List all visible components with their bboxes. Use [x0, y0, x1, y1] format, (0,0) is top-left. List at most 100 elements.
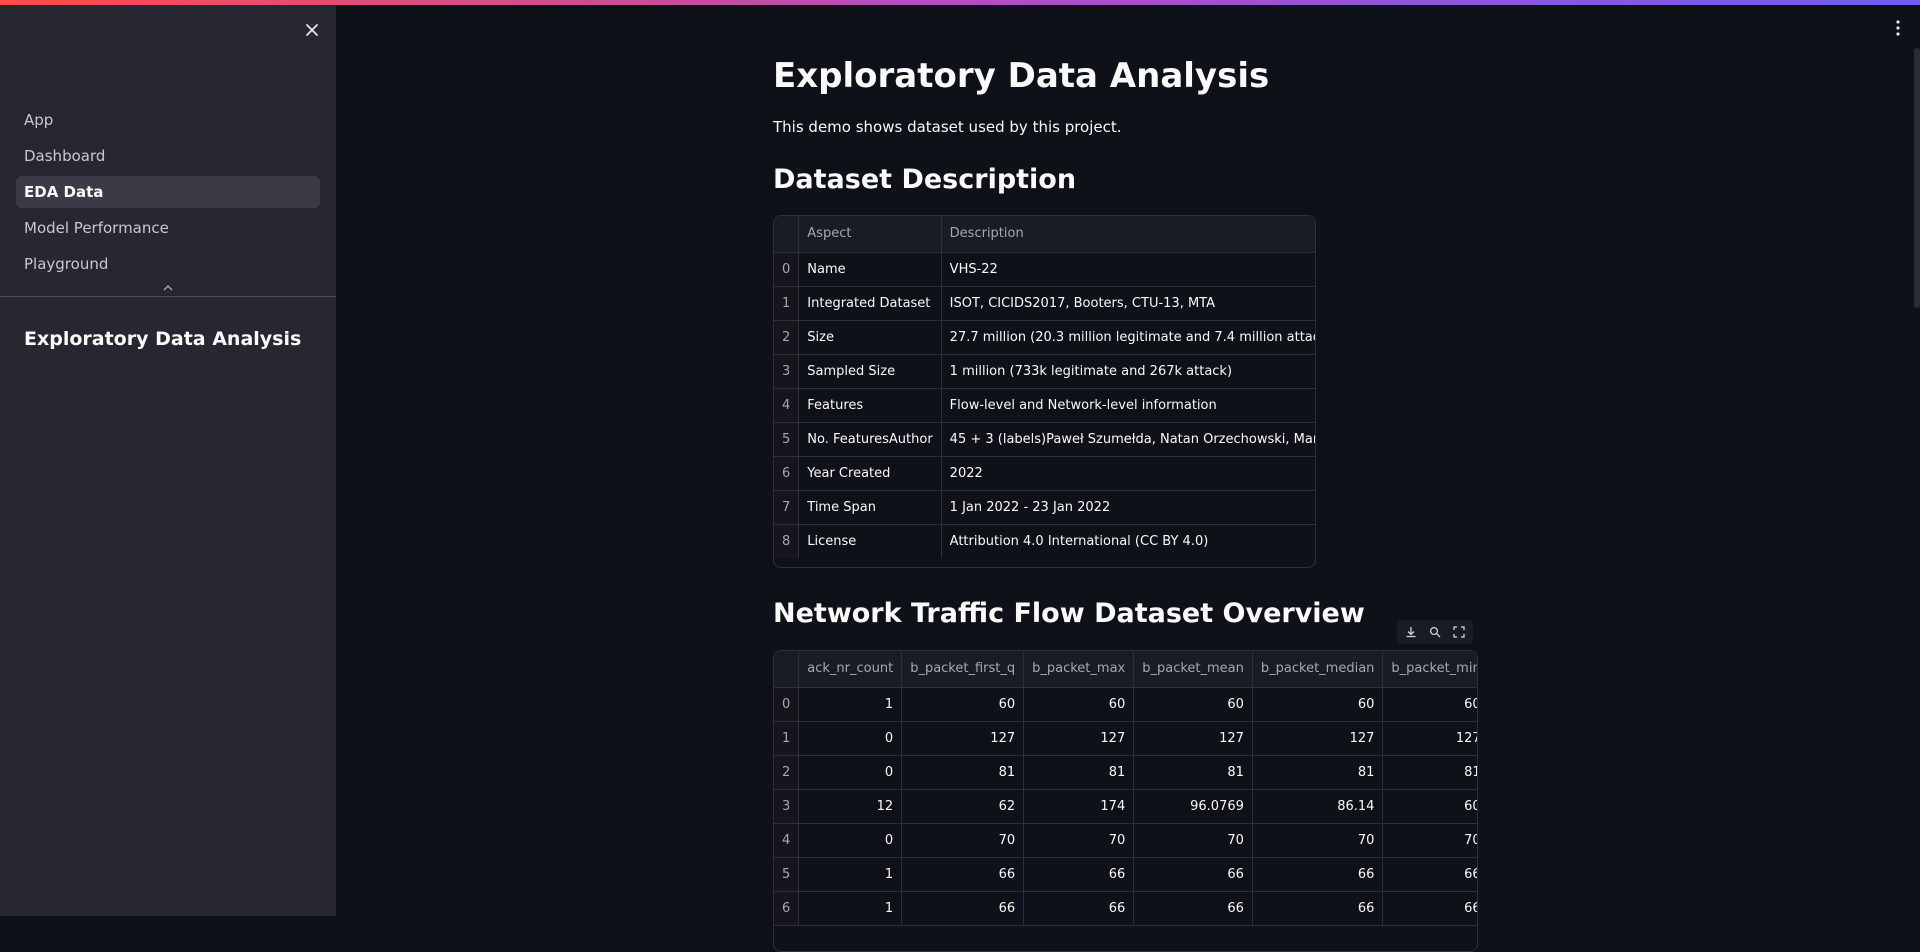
table-cell[interactable]: 60: [1382, 789, 1477, 824]
table-cell[interactable]: 96.0769: [1133, 789, 1253, 824]
table-row: 3 Sampled Size 1 million (733k legitimate …: [774, 354, 1315, 389]
table-row: 616666666666: [774, 891, 1477, 926]
aspect-cell[interactable]: Sampled Size: [798, 354, 942, 389]
close-icon: [306, 24, 318, 36]
table-cell[interactable]: 66: [1252, 857, 1384, 892]
table-cell[interactable]: 1: [798, 687, 903, 722]
table-cell[interactable]: 60: [1023, 687, 1135, 722]
table-cell[interactable]: 66: [1252, 891, 1384, 926]
table-cell[interactable]: 70: [1023, 823, 1135, 858]
table-row: 3126217496.076986.1460: [774, 789, 1477, 824]
description-cell[interactable]: 2022: [941, 456, 1315, 491]
table-header-row: Aspect Description: [774, 216, 1315, 253]
aspect-cell[interactable]: Integrated Dataset: [798, 286, 942, 321]
table-cell[interactable]: 60: [1252, 687, 1384, 722]
table-cell[interactable]: 127: [901, 721, 1025, 756]
aspect-cell[interactable]: No. FeaturesAuthor: [798, 422, 942, 457]
main-menu-button[interactable]: [1886, 16, 1910, 40]
table-cell[interactable]: 81: [1023, 755, 1135, 790]
table-cell[interactable]: 81: [1252, 755, 1384, 790]
table-cell[interactable]: 66: [1133, 857, 1253, 892]
table-cell[interactable]: 66: [1023, 891, 1135, 926]
scrollbar[interactable]: [1914, 48, 1920, 308]
page-title: Exploratory Data Analysis: [773, 56, 1270, 96]
column-header[interactable]: ack_nr_count: [798, 651, 903, 688]
sidebar: App Dashboard EDA Data Model Performance…: [0, 0, 336, 916]
table-cell[interactable]: 0: [798, 721, 903, 756]
table-cell[interactable]: 70: [901, 823, 1025, 858]
description-cell[interactable]: 1 Jan 2022 - 23 Jan 2022: [941, 490, 1315, 525]
column-header-aspect[interactable]: Aspect: [798, 216, 942, 253]
aspect-cell[interactable]: Year Created: [798, 456, 942, 491]
fullscreen-button[interactable]: [1449, 622, 1469, 642]
table-cell[interactable]: 66: [1133, 891, 1253, 926]
table-cell[interactable]: 60: [1382, 687, 1477, 722]
close-sidebar-button[interactable]: [300, 18, 324, 42]
sidebar-item-model-performance[interactable]: Model Performance: [16, 212, 320, 244]
description-cell[interactable]: VHS-22: [941, 252, 1315, 287]
table-cell[interactable]: 127: [1133, 721, 1253, 756]
row-index: 0: [774, 252, 800, 287]
sidebar-divider: [0, 296, 336, 297]
table-cell[interactable]: 12: [798, 789, 903, 824]
table-cell[interactable]: 0: [798, 823, 903, 858]
table-cell[interactable]: 70: [1382, 823, 1477, 858]
download-button[interactable]: [1401, 622, 1421, 642]
table-cell[interactable]: 127: [1023, 721, 1135, 756]
table-cell[interactable]: 0: [798, 755, 903, 790]
download-icon: [1406, 627, 1416, 638]
flow-overview-table[interactable]: ack_nr_count b_packet_first_q b_packet_m…: [773, 650, 1478, 952]
row-index: 3: [774, 354, 800, 389]
table-cell[interactable]: 86.14: [1252, 789, 1384, 824]
table-cell[interactable]: 66: [1382, 857, 1477, 892]
description-cell[interactable]: ISOT, CICIDS2017, Booters, CTU-13, MTA: [941, 286, 1315, 321]
search-button[interactable]: [1425, 622, 1445, 642]
column-header-description[interactable]: Description: [941, 216, 1315, 253]
row-index: 6: [774, 456, 800, 491]
aspect-cell[interactable]: License: [798, 524, 942, 558]
collapse-nav-button[interactable]: [160, 282, 176, 294]
description-cell[interactable]: 1 million (733k legitimate and 267k atta…: [941, 354, 1315, 389]
description-cell[interactable]: Flow-level and Network-level information: [941, 388, 1315, 423]
table-cell[interactable]: 127: [1252, 721, 1384, 756]
column-header[interactable]: b_packet_max: [1023, 651, 1135, 688]
aspect-cell[interactable]: Name: [798, 252, 942, 287]
table-cell[interactable]: 174: [1023, 789, 1135, 824]
column-header[interactable]: b_packet_median: [1252, 651, 1384, 688]
row-index: 4: [774, 388, 800, 423]
column-header[interactable]: b_packet_first_q: [901, 651, 1025, 688]
table-cell[interactable]: 66: [1023, 857, 1135, 892]
table-cell[interactable]: 66: [1382, 891, 1477, 926]
table-row: 7 Time Span 1 Jan 2022 - 23 Jan 2022: [774, 490, 1315, 525]
table-cell[interactable]: 70: [1133, 823, 1253, 858]
sidebar-nav: App Dashboard EDA Data Model Performance…: [16, 104, 320, 284]
description-cell[interactable]: Attribution 4.0 International (CC BY 4.0…: [941, 524, 1315, 558]
table-cell[interactable]: 81: [901, 755, 1025, 790]
column-header[interactable]: b_packet_min: [1382, 651, 1477, 688]
table-cell[interactable]: 60: [1133, 687, 1253, 722]
description-cell[interactable]: 45 + 3 (labels)Paweł Szumełda, Natan Orz…: [941, 422, 1315, 457]
table-row: 5 No. FeaturesAuthor 45 + 3 (labels)Paweł …: [774, 422, 1315, 457]
description-cell[interactable]: 27.7 million (20.3 million legitimate an…: [941, 320, 1315, 355]
sidebar-item-playground[interactable]: Playground: [16, 248, 320, 280]
table-cell[interactable]: 81: [1133, 755, 1253, 790]
table-cell[interactable]: 127: [1382, 721, 1477, 756]
aspect-cell[interactable]: Features: [798, 388, 942, 423]
sidebar-item-eda-data[interactable]: EDA Data: [16, 176, 320, 208]
column-header[interactable]: b_packet_mean: [1133, 651, 1253, 688]
row-index: 4: [774, 823, 800, 858]
table-cell[interactable]: 66: [901, 891, 1025, 926]
table-cell[interactable]: 70: [1252, 823, 1384, 858]
table-cell[interactable]: 60: [901, 687, 1025, 722]
aspect-cell[interactable]: Size: [798, 320, 942, 355]
table-cell[interactable]: 1: [798, 891, 903, 926]
table-cell[interactable]: 62: [901, 789, 1025, 824]
row-index: 6: [774, 891, 800, 926]
table-cell[interactable]: 1: [798, 857, 903, 892]
aspect-cell[interactable]: Time Span: [798, 490, 942, 525]
table-cell[interactable]: 66: [901, 857, 1025, 892]
table-cell[interactable]: 81: [1382, 755, 1477, 790]
sidebar-item-app[interactable]: App: [16, 104, 320, 136]
dataset-description-table[interactable]: Aspect Description 0 Name VHS-22 1 Integrat…: [773, 215, 1316, 568]
sidebar-item-dashboard[interactable]: Dashboard: [16, 140, 320, 172]
